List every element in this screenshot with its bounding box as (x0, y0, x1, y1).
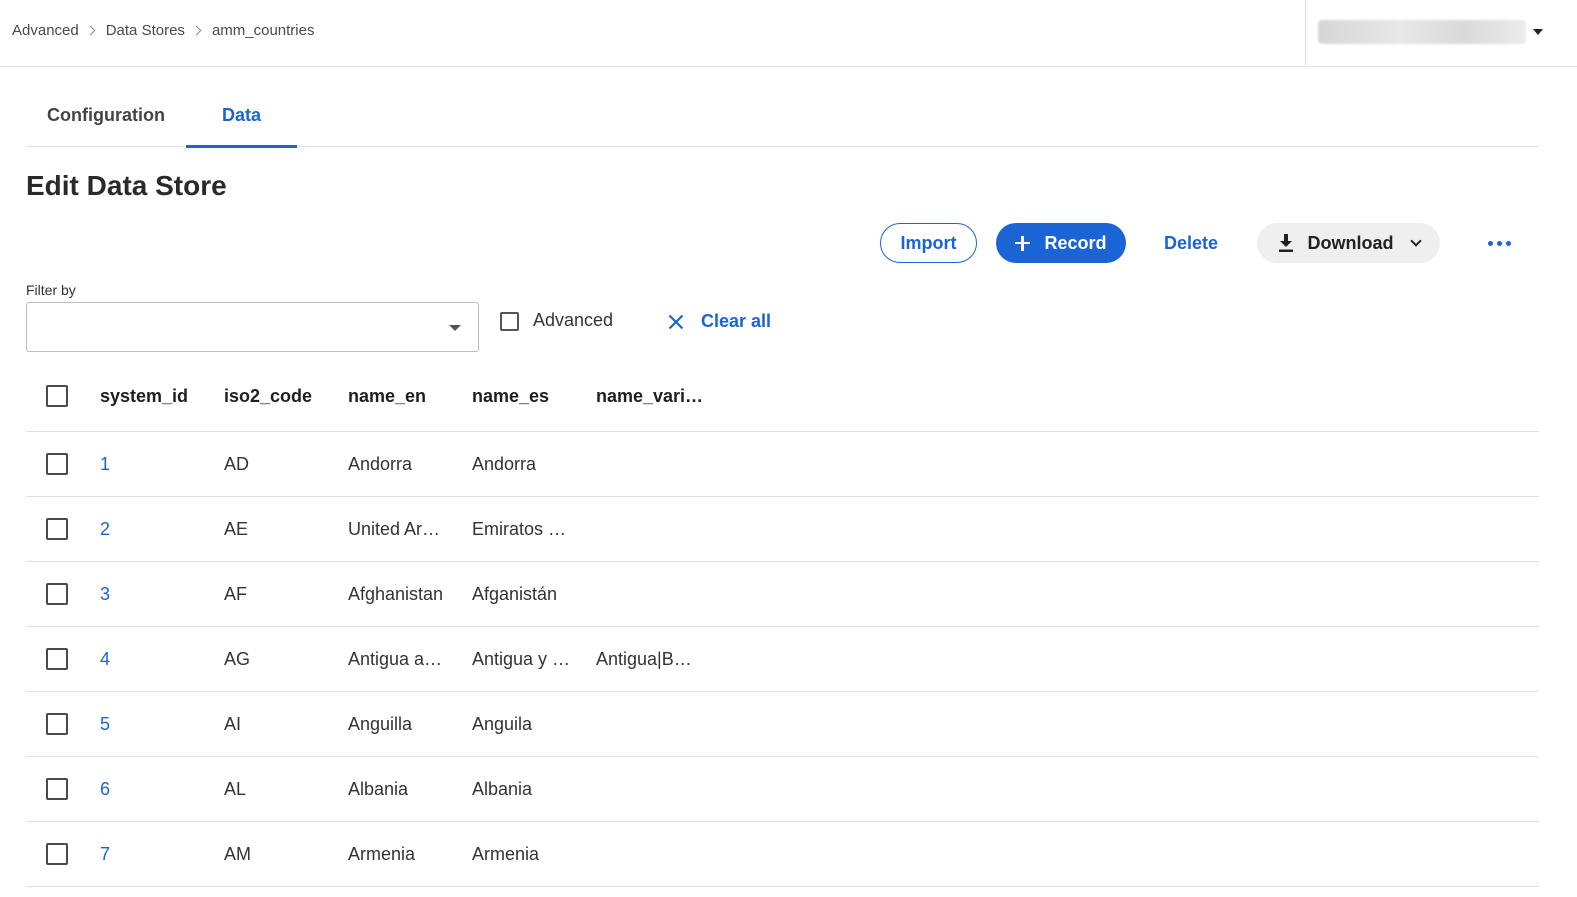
select-all-checkbox[interactable] (46, 385, 68, 407)
table-row: 2 AE United Ar… Emiratos … (26, 497, 1539, 562)
table-row: 5 AI Anguilla Anguila (26, 692, 1539, 757)
system-id-link[interactable]: 1 (100, 432, 210, 496)
iso2-code-cell: AM (224, 843, 251, 864)
download-icon (1278, 234, 1293, 252)
name-variants-cell (596, 432, 716, 496)
name-en-cell: Andorra (348, 453, 413, 474)
iso2-code-cell: AI (224, 713, 242, 734)
top-bar: Advanced Data Stores amm_countries (0, 0, 1577, 67)
name-en-cell: Anguilla (348, 713, 413, 734)
name-variants-cell: Antigua|B… (596, 648, 692, 669)
row-checkbox[interactable] (46, 713, 68, 735)
iso2-code-cell: AL (224, 778, 247, 799)
breadcrumb-data-stores[interactable]: Data Stores (106, 22, 185, 39)
name-en-cell: Afghanistan (348, 583, 444, 604)
system-id-link[interactable]: 7 (100, 822, 210, 886)
row-checkbox[interactable] (46, 583, 68, 605)
name-variants-cell (596, 692, 716, 756)
name-es-cell: Albania (472, 778, 533, 799)
import-button[interactable]: Import (880, 223, 977, 263)
caret-down-icon (449, 325, 461, 331)
row-checkbox[interactable] (46, 778, 68, 800)
plus-icon (1015, 235, 1031, 251)
table-row: 1 AD Andorra Andorra (26, 432, 1539, 497)
name-en-cell: Armenia (348, 843, 416, 864)
tab-data[interactable]: Data (186, 84, 297, 148)
tab-configuration[interactable]: Configuration (26, 84, 186, 146)
close-icon (668, 314, 684, 329)
column-header-name-variants[interactable]: name_vari… (596, 361, 716, 431)
delete-button[interactable]: Delete (1150, 223, 1232, 263)
chevron-right-icon (191, 25, 202, 36)
add-record-button[interactable]: Record (996, 223, 1126, 263)
iso2-code-cell: AF (224, 583, 248, 604)
user-menu[interactable] (1305, 0, 1577, 66)
iso2-code-cell: AE (224, 518, 249, 539)
filter-by-label: Filter by (26, 282, 76, 298)
advanced-checkbox[interactable] (500, 312, 519, 331)
iso2-code-cell: AG (224, 648, 251, 669)
chevron-right-icon (85, 25, 96, 36)
system-id-link[interactable]: 6 (100, 757, 210, 821)
name-variants-cell (596, 757, 716, 821)
breadcrumb-advanced[interactable]: Advanced (12, 22, 79, 39)
tab-bar: Configuration Data (26, 84, 1539, 148)
name-en-cell: Antigua a… (348, 648, 443, 669)
name-en-cell: Albania (348, 778, 409, 799)
column-header-name-en[interactable]: name_en (348, 361, 458, 431)
clear-all-button[interactable]: Clear all (668, 311, 771, 332)
row-checkbox[interactable] (46, 843, 68, 865)
table-row: 4 AG Antigua a… Antigua y … Antigua|B… (26, 627, 1539, 692)
row-checkbox[interactable] (46, 453, 68, 475)
advanced-label: Advanced (533, 310, 614, 330)
table-row: 3 AF Afghanistan Afganistán (26, 562, 1539, 627)
name-es-cell: Emiratos … (472, 518, 567, 539)
iso2-code-cell: AD (224, 453, 250, 474)
column-header-system-id[interactable]: system_id (100, 361, 210, 431)
name-es-cell: Anguila (472, 713, 533, 734)
system-id-link[interactable]: 3 (100, 562, 210, 626)
name-en-cell: United Ar… (348, 518, 441, 539)
name-variants-cell (596, 562, 716, 626)
caret-down-icon (1533, 29, 1543, 35)
page-title: Edit Data Store (26, 170, 227, 201)
table-header-row: system_id iso2_code name_en name_es name… (26, 361, 1539, 432)
system-id-link[interactable]: 5 (100, 692, 210, 756)
name-es-cell: Armenia (472, 843, 540, 864)
column-header-name-es[interactable]: name_es (472, 361, 582, 431)
name-es-cell: Antigua y … (472, 648, 571, 669)
record-button-label: Record (1044, 232, 1107, 253)
breadcrumb: Advanced Data Stores amm_countries (12, 22, 314, 39)
clear-all-label: Clear all (701, 311, 772, 331)
download-button[interactable]: Download (1257, 223, 1440, 263)
name-es-cell: Afganistán (472, 583, 558, 604)
column-header-iso2-code[interactable]: iso2_code (224, 361, 334, 431)
row-checkbox[interactable] (46, 518, 68, 540)
user-name-redacted (1318, 20, 1526, 44)
download-button-label: Download (1307, 232, 1394, 253)
import-button-label: Import (900, 232, 957, 253)
name-es-cell: Andorra (472, 453, 537, 474)
more-icon (1487, 240, 1511, 246)
table-row: 6 AL Albania Albania (26, 757, 1539, 822)
more-options-button[interactable] (1477, 223, 1521, 263)
table-row: 7 AM Armenia Armenia (26, 822, 1539, 887)
chevron-down-icon (1409, 234, 1422, 247)
breadcrumb-current: amm_countries (211, 22, 315, 39)
system-id-link[interactable]: 4 (100, 627, 210, 691)
system-id-link[interactable]: 2 (100, 497, 210, 561)
filter-by-select[interactable] (26, 302, 479, 352)
row-checkbox[interactable] (46, 648, 68, 670)
name-variants-cell (596, 822, 716, 886)
delete-button-label: Delete (1163, 232, 1219, 253)
data-table: system_id iso2_code name_en name_es name… (26, 361, 1539, 887)
name-variants-cell (596, 497, 716, 561)
